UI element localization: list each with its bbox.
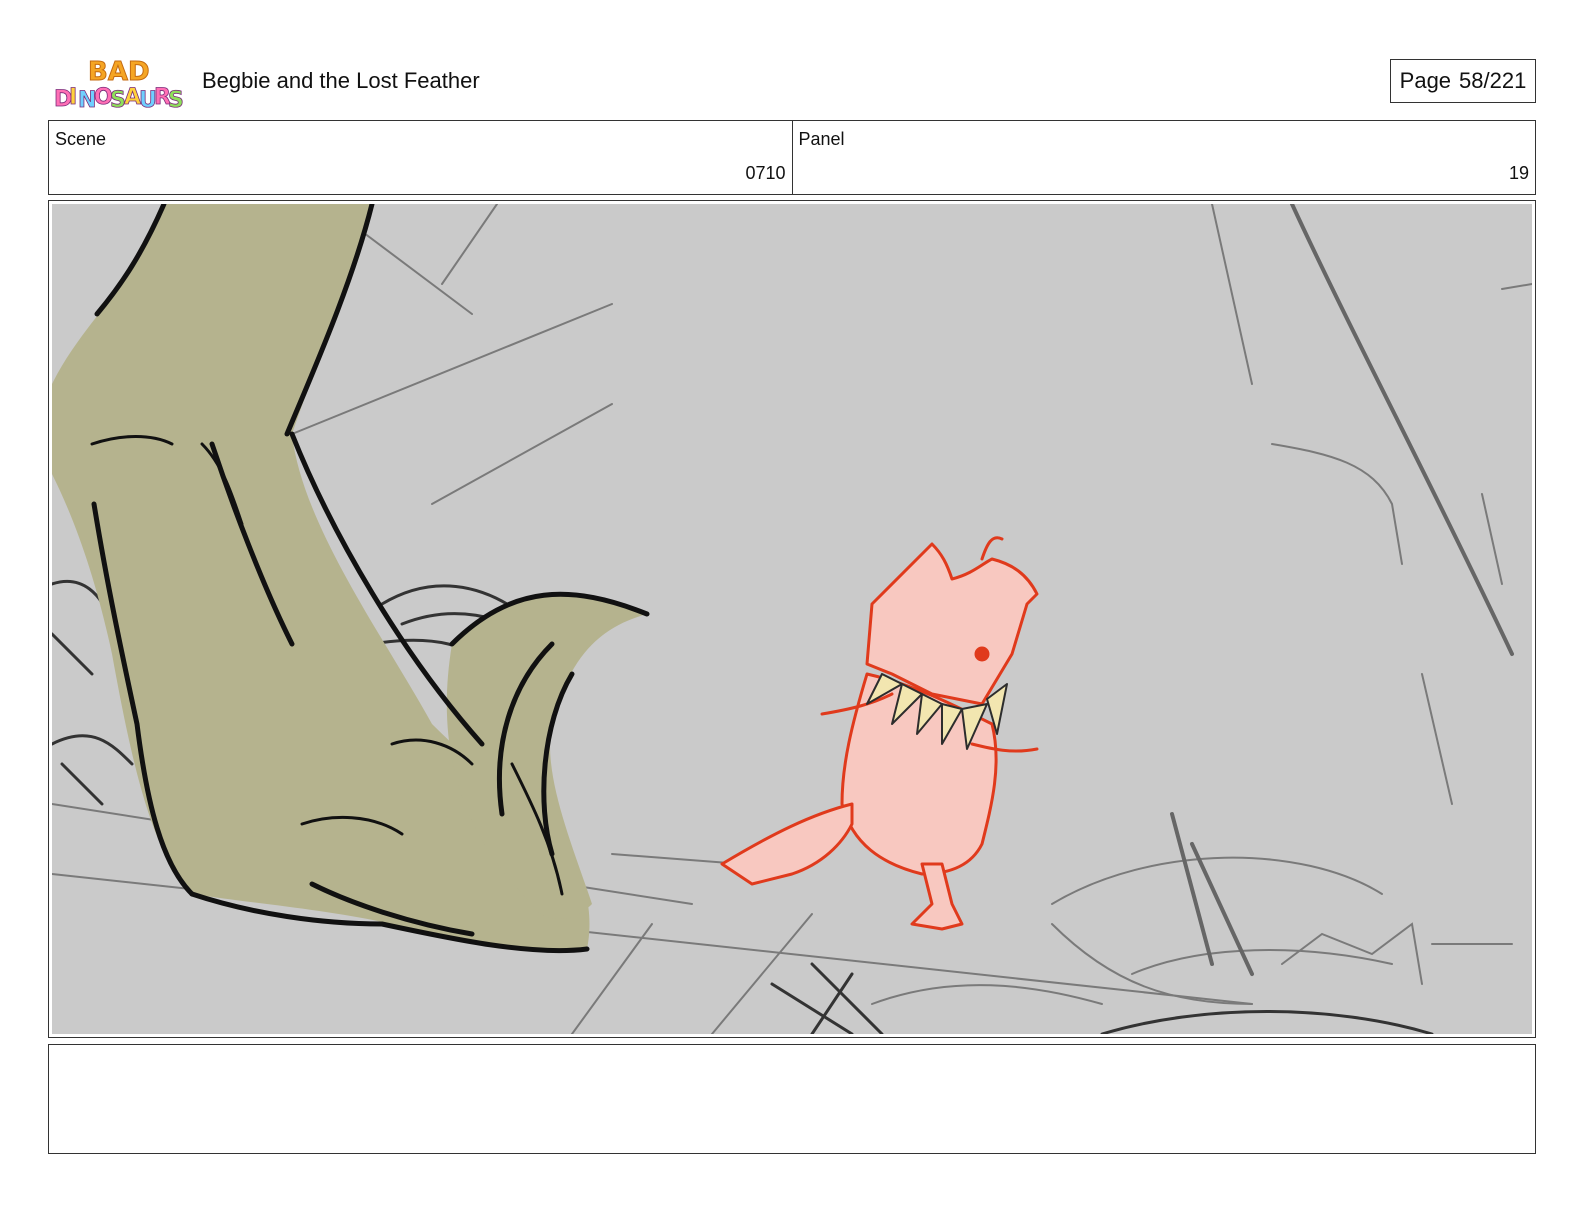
page-label: Page [1399,68,1452,93]
document-title: Begbie and the Lost Feather [202,68,480,93]
svg-text:BAD: BAD [88,57,150,87]
svg-text:I: I [69,85,77,110]
show-logo: BAD D I N O S A U R S [54,54,185,114]
scene-cell: Scene 0710 [49,121,792,194]
storyboard-panel-frame [48,200,1536,1038]
scene-number: 0710 [745,163,786,183]
svg-text:S: S [168,88,184,112]
page-number: 58/221 [1459,68,1527,93]
page-indicator: Page 58/221 [1390,59,1536,103]
scene-panel-info: Scene 0710 Panel 19 [48,120,1536,195]
small-pink-dino [720,536,1039,931]
panel-notes-box [48,1044,1536,1154]
storyboard-drawing [52,204,1532,1034]
panel-number: 19 [1508,163,1529,183]
panel-label: Panel [798,129,845,149]
panel-cell: Panel 19 [791,121,1536,194]
scene-label: Scene [55,129,107,149]
